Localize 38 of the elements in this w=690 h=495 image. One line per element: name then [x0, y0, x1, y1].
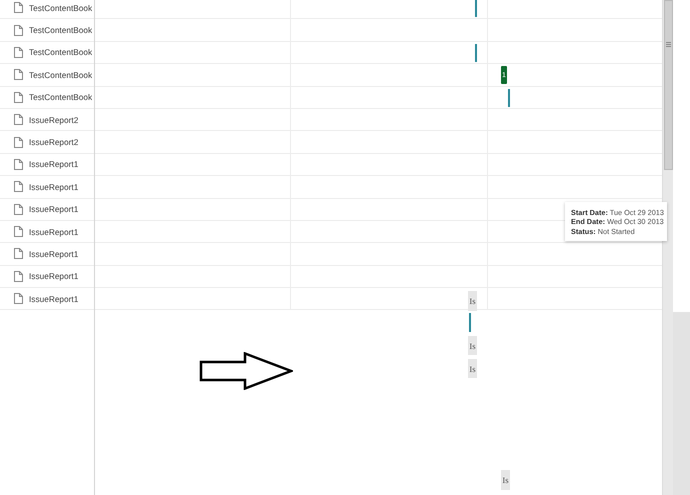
document-icon: [14, 69, 23, 80]
document-icon: [14, 293, 23, 304]
tree-item[interactable]: TestContentBook: [29, 92, 92, 102]
tree-item[interactable]: TestContentBook: [29, 47, 92, 58]
tree-item[interactable]: IssueReport1: [29, 271, 78, 282]
document-icon: [14, 46, 23, 58]
task-marker[interactable]: [475, 44, 477, 62]
document-icon: [14, 114, 23, 126]
document-icon: [14, 136, 23, 148]
document-icon: [14, 248, 23, 260]
tree-item[interactable]: IssueReport2: [29, 137, 78, 148]
task-marker[interactable]: [475, 0, 477, 17]
tree-item[interactable]: IssueReport1: [29, 182, 78, 192]
vertical-scrollbar[interactable]: [662, 0, 673, 495]
task-marker[interactable]: [469, 313, 471, 332]
tree-item[interactable]: IssueReport1: [29, 204, 78, 214]
task-marker[interactable]: [508, 89, 510, 107]
tree-item[interactable]: IssueReport1: [29, 159, 78, 170]
tree-item[interactable]: IssueReport1: [29, 248, 78, 259]
document-icon: [14, 2, 23, 14]
task-label[interactable]: Is: [501, 470, 510, 490]
tree-item[interactable]: IssueReport1: [29, 226, 78, 237]
scrollbar-thumb[interactable]: [664, 0, 673, 170]
document-icon: [14, 24, 23, 36]
task-label[interactable]: Is: [468, 359, 477, 378]
tree-item[interactable]: IssueReport2: [29, 114, 78, 125]
document-icon: [14, 204, 23, 215]
document-icon: [14, 181, 23, 192]
tree-item[interactable]: TestContentBook: [29, 2, 92, 13]
task-label[interactable]: Is: [468, 336, 477, 355]
document-icon: [14, 270, 23, 282]
tree-item[interactable]: TestContentBook: [29, 25, 92, 36]
document-icon: [14, 92, 23, 103]
tree-item[interactable]: TestContentBook: [29, 70, 92, 80]
document-icon: [14, 158, 23, 170]
task-label[interactable]: Is: [468, 291, 477, 311]
document-icon: [14, 226, 23, 238]
tree-item[interactable]: IssueReport1: [29, 294, 78, 304]
